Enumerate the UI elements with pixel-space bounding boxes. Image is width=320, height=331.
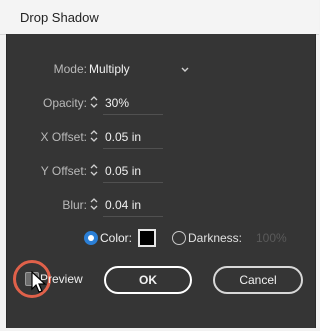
dialog-title: Drop Shadow <box>20 10 99 25</box>
x-offset-field-underline <box>103 148 163 149</box>
mode-label: Mode: <box>53 62 87 76</box>
cancel-button[interactable]: Cancel <box>213 266 303 294</box>
darkness-radio-label: Darkness: <box>188 231 243 245</box>
y-offset-input[interactable]: 0.05 in <box>105 164 141 178</box>
x-offset-input[interactable]: 0.05 in <box>105 130 141 144</box>
y-offset-field-underline <box>103 182 163 183</box>
blur-input[interactable]: 0.04 in <box>105 198 141 212</box>
darkness-radio[interactable] <box>172 231 186 245</box>
ok-button[interactable]: OK <box>104 266 192 294</box>
darkness-input[interactable]: 100% <box>256 231 287 245</box>
color-radio-label: Color: <box>100 231 133 245</box>
blur-label: Blur: <box>62 198 87 212</box>
x-offset-label: X Offset: <box>40 130 87 144</box>
opacity-stepper-icon[interactable] <box>89 95 99 109</box>
opacity-field-underline <box>103 114 163 115</box>
opacity-input[interactable]: 30% <box>105 96 129 110</box>
y-offset-label: Y Offset: <box>40 164 87 178</box>
mode-dropdown[interactable]: Multiply <box>85 58 195 78</box>
color-radio[interactable] <box>84 231 98 245</box>
chevron-down-icon <box>181 67 189 72</box>
drop-shadow-panel: Mode: Multiply Opacity: 30% X Offset: 0.… <box>6 34 316 328</box>
mode-value: Multiply <box>89 62 130 76</box>
y-offset-stepper-icon[interactable] <box>89 163 99 177</box>
mouse-pointer-icon <box>31 271 47 293</box>
dialog-titlebar: Drop Shadow <box>0 0 319 35</box>
x-offset-stepper-icon[interactable] <box>89 129 99 143</box>
blur-field-underline <box>103 216 163 217</box>
shadow-color-swatch[interactable] <box>138 229 156 247</box>
opacity-label: Opacity: <box>42 96 87 110</box>
blur-stepper-icon[interactable] <box>89 197 99 211</box>
